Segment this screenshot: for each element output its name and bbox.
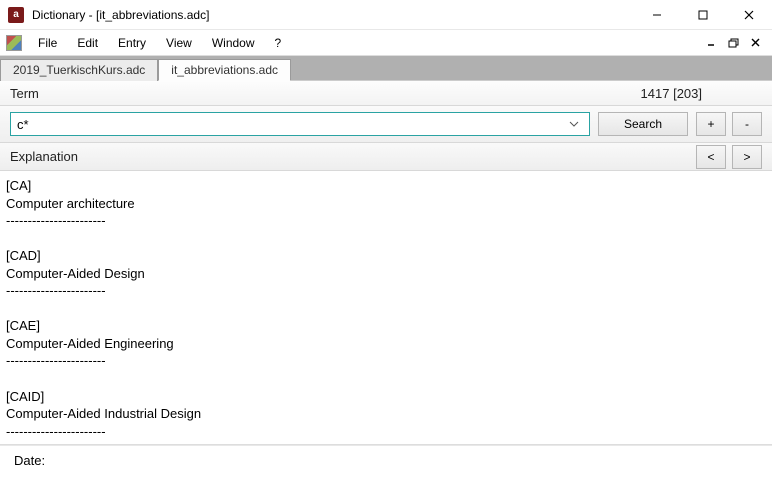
mdi-close-button[interactable] [746, 34, 766, 52]
result-count: 1417 [203] [641, 86, 762, 101]
menubar: File Edit Entry View Window ? [0, 30, 772, 56]
close-button[interactable] [726, 0, 772, 30]
document-tabs: 2019_TuerkischKurs.adc it_abbreviations.… [0, 56, 772, 80]
tab-item[interactable]: it_abbreviations.adc [158, 59, 291, 81]
term-header: Term 1417 [203] [0, 80, 772, 106]
menu-help[interactable]: ? [265, 32, 292, 54]
term-label: Term [10, 86, 39, 101]
term-combobox[interactable] [10, 112, 590, 136]
explanation-label: Explanation [10, 149, 78, 164]
term-input[interactable] [17, 117, 569, 132]
nav-group: < > [696, 145, 762, 169]
menu-file[interactable]: File [28, 32, 67, 54]
minimize-button[interactable] [634, 0, 680, 30]
explanation-header: Explanation < > [0, 143, 772, 171]
plus-button[interactable]: + [696, 112, 726, 136]
add-remove-group: + - [696, 112, 762, 136]
menu-window[interactable]: Window [202, 32, 265, 54]
explanation-body: [CA] Computer architecture -------------… [0, 171, 772, 445]
statusbar: Date: [0, 445, 772, 475]
menu-view[interactable]: View [156, 32, 202, 54]
next-button[interactable]: > [732, 145, 762, 169]
tab-item[interactable]: 2019_TuerkischKurs.adc [0, 59, 158, 81]
date-label: Date: [14, 453, 45, 468]
mdi-controls [700, 34, 772, 52]
titlebar: a Dictionary - [it_abbreviations.adc] [0, 0, 772, 30]
mdi-restore-button[interactable] [724, 34, 744, 52]
search-row: Search + - [0, 106, 772, 143]
minus-button[interactable]: - [732, 112, 762, 136]
menu-edit[interactable]: Edit [67, 32, 108, 54]
search-button[interactable]: Search [598, 112, 688, 136]
maximize-button[interactable] [680, 0, 726, 30]
menu-entry[interactable]: Entry [108, 32, 156, 54]
window-controls [634, 0, 772, 30]
prev-button[interactable]: < [696, 145, 726, 169]
app-small-icon [6, 35, 22, 51]
window-title: Dictionary - [it_abbreviations.adc] [32, 8, 209, 22]
chevron-down-icon[interactable] [569, 121, 585, 127]
app-icon: a [8, 7, 24, 23]
mdi-minimize-button[interactable] [702, 34, 722, 52]
